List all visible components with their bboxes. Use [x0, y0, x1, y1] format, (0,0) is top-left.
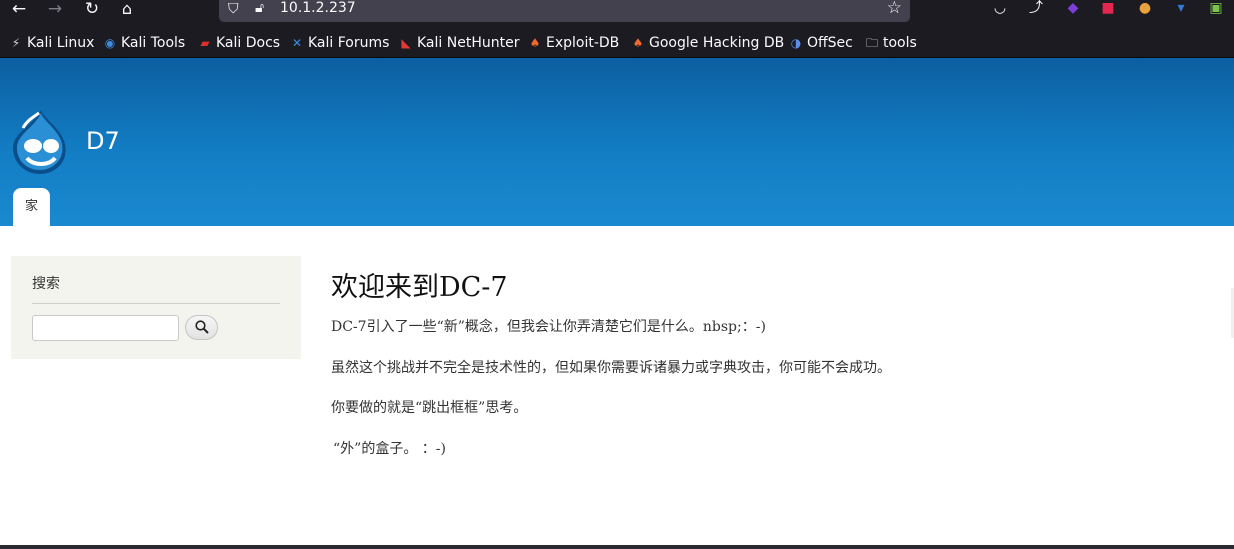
kali-docs-icon: ▰ — [200, 36, 210, 50]
bookmark-label: Kali NetHunter — [417, 35, 520, 51]
bookmark-label: Exploit-DB — [546, 35, 620, 51]
bookmark-label: Google Hacking DB — [649, 35, 785, 51]
home-icon[interactable]: ⌂ — [115, 0, 139, 20]
content-paragraph: 虽然这个挑战并不完全是技术性的，但如果你需要诉诸暴力或字典攻击，你可能不会成功。 — [331, 360, 891, 376]
ghdb-icon: ♠ — [632, 36, 644, 50]
bookmark-label: Kali Tools — [121, 35, 186, 51]
bookmark-google-hacking-db[interactable]: ♠ Google Hacking DB — [630, 34, 785, 52]
bookmark-kali-linux[interactable]: ⚡ Kali Linux — [8, 34, 95, 52]
bookmark-label: Kali Docs — [216, 35, 281, 51]
search-block: 搜索 — [11, 256, 301, 359]
exploit-db-icon: ♠ — [529, 36, 541, 50]
search-block-title: 搜索 — [32, 276, 60, 292]
bookmark-label: OffSec — [807, 35, 853, 51]
extension-blue-icon[interactable]: ▾ — [1172, 0, 1190, 16]
bookmark-label: tools — [883, 35, 917, 51]
content-paragraph: DC-7引入了一些“新”概念，但我会让你弄清楚它们是什么。nbsp;：-) — [331, 319, 766, 335]
tab-home[interactable]: 家 — [13, 188, 50, 226]
kali-tools-icon: ◉ — [104, 36, 116, 50]
nethunter-icon: ◣ — [401, 36, 411, 50]
site-name[interactable]: D7 — [86, 126, 120, 156]
insecure-lock-icon[interactable]: 🔓︎ — [255, 0, 264, 16]
bookmark-label: Kali Linux — [27, 35, 95, 51]
magnifier-icon — [195, 320, 209, 334]
drupal-logo[interactable] — [11, 108, 69, 176]
search-input[interactable] — [32, 315, 179, 341]
url-text[interactable]: 10.1.2.237 — [280, 0, 356, 16]
bookmark-kali-tools[interactable]: ◉ Kali Tools — [102, 34, 185, 52]
extensions-icon[interactable]: ⤴ — [1027, 0, 1045, 16]
star-icon[interactable]: ☆ — [887, 0, 902, 17]
folder-icon: 🗀 — [865, 36, 878, 50]
main-content: 欢迎来到DC-7 DC-7引入了一些“新”概念，但我会让你弄清楚它们是什么。nb… — [331, 270, 1211, 457]
back-arrow-icon[interactable]: ← — [7, 0, 31, 20]
extension-green-icon[interactable]: ▣ — [1207, 0, 1225, 16]
extension-red-icon[interactable]: ■ — [1099, 0, 1117, 16]
bookmark-exploit-db[interactable]: ♠ Exploit-DB — [527, 34, 620, 52]
extension-cookie-icon[interactable]: ● — [1136, 0, 1154, 16]
content-paragraph: “外”的盒子。 ：-) — [333, 441, 446, 457]
site-header: D7 家 — [0, 58, 1234, 226]
page-title: 欢迎来到DC-7 — [331, 272, 508, 303]
tracking-shield-icon[interactable]: ⛉ — [228, 1, 242, 17]
bookmark-folder-tools[interactable]: 🗀 tools — [864, 34, 917, 52]
bookmark-label: Kali Forums — [308, 35, 390, 51]
browser-toolbar: ← → ↻ ⌂ ⛉ 🔓︎ 10.1.2.237 ☆ ◡ ⤴ ◆ ■ ● ▾ ▣ — [0, 0, 1234, 28]
kali-dragon-icon: ⚡ — [11, 36, 21, 50]
divider — [32, 303, 280, 304]
bookmarks-bar: ⚡ Kali Linux ◉ Kali Tools ▰ Kali Docs ✕ Kali… — [0, 28, 1234, 58]
content-paragraph: 你要做的就是“跳出框框”思考。 — [331, 400, 528, 416]
offsec-icon: ◑ — [790, 36, 802, 50]
search-button[interactable] — [185, 315, 218, 340]
window-bottom-border — [0, 545, 1234, 549]
bookmark-kali-nethunter[interactable]: ◣ Kali NetHunter — [398, 34, 519, 52]
bookmark-kali-forums[interactable]: ✕ Kali Forums — [289, 34, 389, 52]
forward-arrow-icon[interactable]: → — [43, 0, 67, 20]
web-page: D7 家 搜索 欢迎来到DC-7 DC-7引入了一些“新”概念，但我会让你弄清楚… — [0, 58, 1234, 549]
address-bar[interactable]: ⛉ 🔓︎ 10.1.2.237 ☆ — [219, 0, 910, 22]
bookmark-kali-docs[interactable]: ▰ Kali Docs — [197, 34, 280, 52]
kali-forums-icon: ✕ — [291, 36, 303, 50]
bookmark-offsec[interactable]: ◑ OffSec — [788, 34, 853, 52]
extension-purple-icon[interactable]: ◆ — [1064, 0, 1082, 16]
pocket-icon[interactable]: ◡ — [991, 0, 1009, 16]
reload-icon[interactable]: ↻ — [80, 0, 104, 20]
